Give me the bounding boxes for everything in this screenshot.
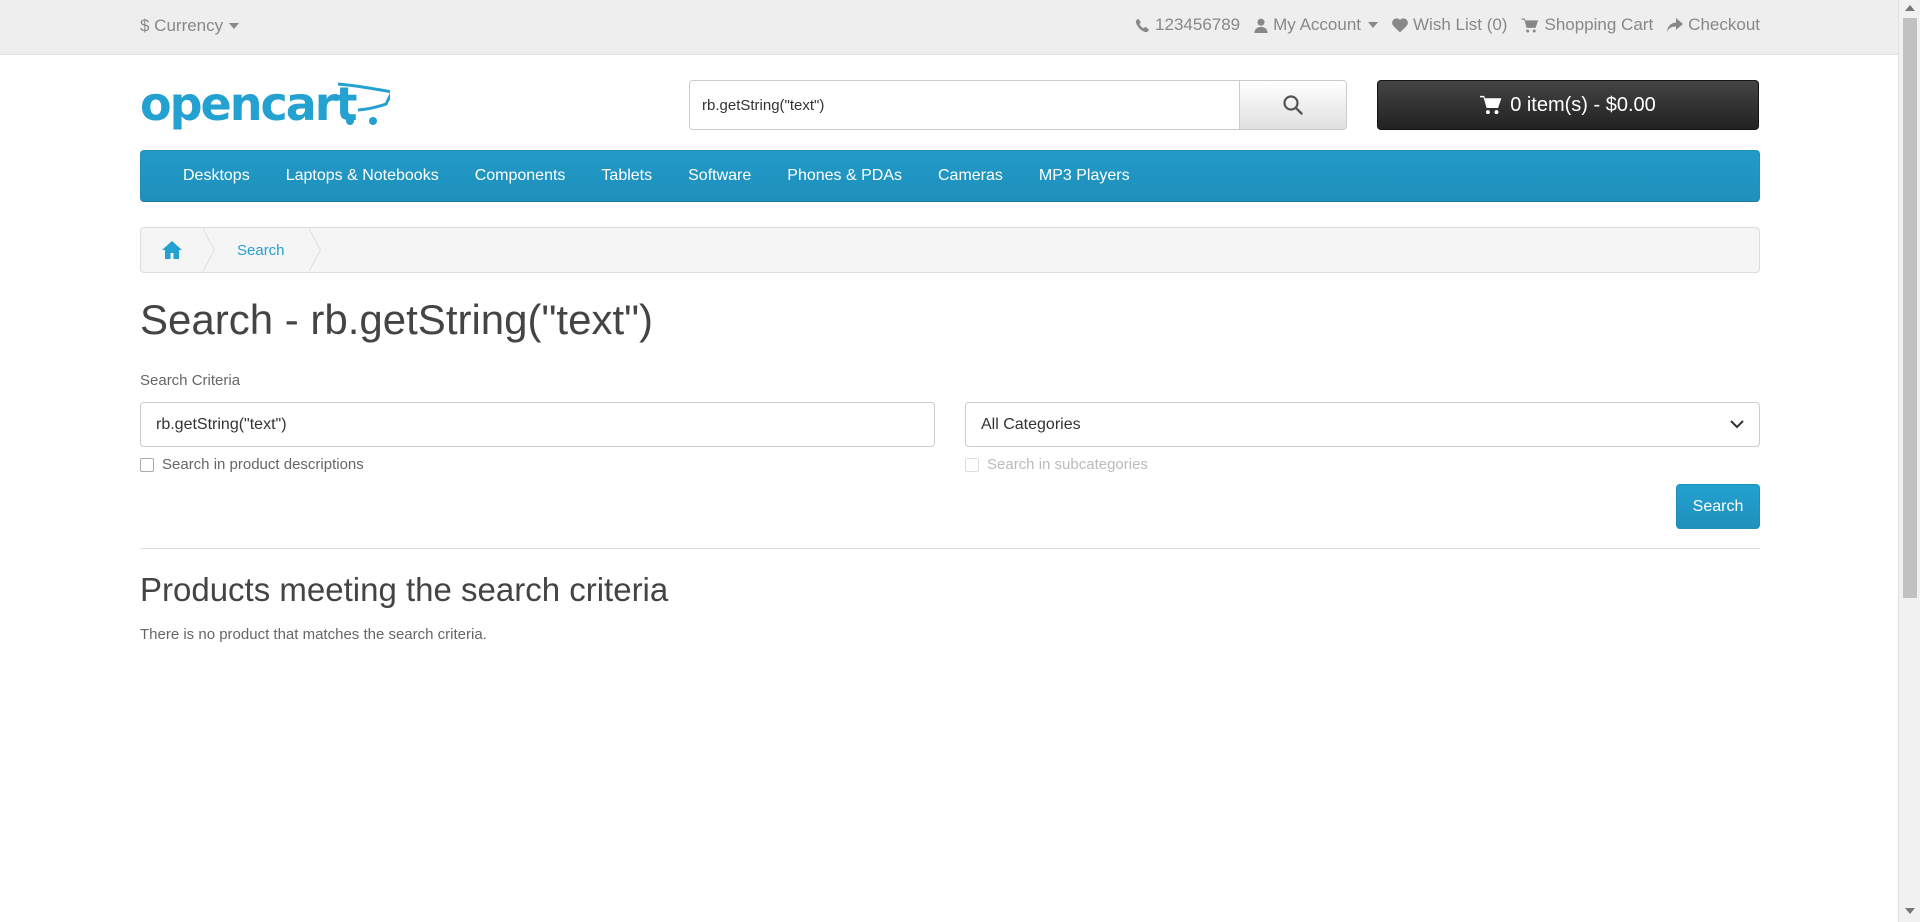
cart-total-label: 0 item(s) - $0.00: [1510, 93, 1656, 116]
heart-icon: [1392, 17, 1408, 32]
divider: [140, 548, 1760, 549]
menu-item-components[interactable]: Components: [457, 167, 584, 185]
checkout-link[interactable]: Checkout: [1667, 15, 1760, 35]
no-results-message: There is no product that matches the sea…: [140, 626, 487, 643]
menu-item-desktops[interactable]: Desktops: [165, 167, 268, 185]
currency-dropdown[interactable]: $ Currency: [140, 16, 240, 36]
menu-item-laptops-notebooks[interactable]: Laptops & Notebooks: [268, 167, 457, 185]
scroll-up-arrow-icon[interactable]: [1905, 5, 1915, 11]
search-icon: [1283, 95, 1303, 115]
scrollbar-thumb[interactable]: [1903, 18, 1917, 598]
breadcrumb-home[interactable]: [141, 228, 203, 272]
breadcrumb: Search: [140, 227, 1760, 273]
store-logo[interactable]: opencart: [140, 76, 395, 136]
top-nav: 123456789 My Account Wish List (0) Shopp…: [1135, 15, 1760, 35]
shopping-cart-link[interactable]: Shopping Cart: [1521, 15, 1653, 35]
chevron-down-icon: [1730, 420, 1744, 429]
menu-item-tablets[interactable]: Tablets: [583, 167, 670, 185]
currency-label: $ Currency: [140, 16, 224, 35]
category-select[interactable]: All Categories: [965, 402, 1760, 447]
breadcrumb-search[interactable]: Search: [203, 242, 309, 259]
cart-icon: [1522, 17, 1539, 32]
top-bar: $ Currency 123456789 My Account Wish Lis…: [0, 0, 1898, 55]
category-selected-value: All Categories: [981, 415, 1081, 433]
search-criteria-label: Search Criteria: [140, 372, 241, 389]
phone-number: 123456789: [1155, 15, 1241, 34]
cart-icon: [1480, 95, 1502, 115]
search-descriptions-checkbox[interactable]: [140, 457, 154, 472]
caret-down-icon: [229, 23, 240, 29]
checkout-label: Checkout: [1688, 15, 1760, 34]
search-subcategories-checkbox: [965, 457, 979, 472]
vertical-scrollbar[interactable]: [1898, 0, 1920, 922]
cart-button[interactable]: 0 item(s) - $0.00: [1377, 80, 1759, 130]
header-search-input[interactable]: [689, 80, 1239, 130]
main-menu: Desktops Laptops & Notebooks Components …: [140, 150, 1760, 202]
search-button[interactable]: Search: [1676, 484, 1760, 529]
search-subcategories-option: Search in subcategories: [965, 456, 1148, 473]
search-descriptions-option[interactable]: Search in product descriptions: [140, 456, 364, 473]
opencart-logo: opencart: [140, 77, 395, 131]
svg-text:opencart: opencart: [140, 77, 356, 131]
menu-item-phones-pdas[interactable]: Phones & PDAs: [769, 167, 920, 185]
page-title: Search - rb.getString("text"): [140, 296, 654, 343]
scroll-down-arrow-icon[interactable]: [1905, 908, 1915, 914]
phone-icon: [1135, 18, 1149, 32]
caret-down-icon: [1368, 22, 1379, 28]
menu-item-mp3-players[interactable]: MP3 Players: [1021, 167, 1148, 185]
wish-list-link[interactable]: Wish List (0): [1392, 15, 1507, 35]
search-descriptions-label: Search in product descriptions: [162, 456, 364, 473]
phone-link[interactable]: 123456789: [1135, 15, 1240, 35]
my-account-label: My Account: [1273, 15, 1362, 34]
home-icon: [162, 241, 182, 259]
menu-item-software[interactable]: Software: [670, 167, 769, 185]
results-heading: Products meeting the search criteria: [140, 571, 669, 608]
search-subcategories-label: Search in subcategories: [987, 456, 1148, 473]
header-search-button[interactable]: [1239, 80, 1347, 130]
menu-item-cameras[interactable]: Cameras: [920, 167, 1021, 185]
header-search: [689, 80, 1347, 130]
share-icon: [1667, 17, 1684, 32]
user-icon: [1254, 18, 1268, 33]
wish-list-label: Wish List (0): [1413, 15, 1508, 34]
my-account-dropdown[interactable]: My Account: [1254, 15, 1379, 35]
search-criteria-input[interactable]: [140, 402, 935, 447]
shopping-cart-label: Shopping Cart: [1544, 15, 1654, 34]
